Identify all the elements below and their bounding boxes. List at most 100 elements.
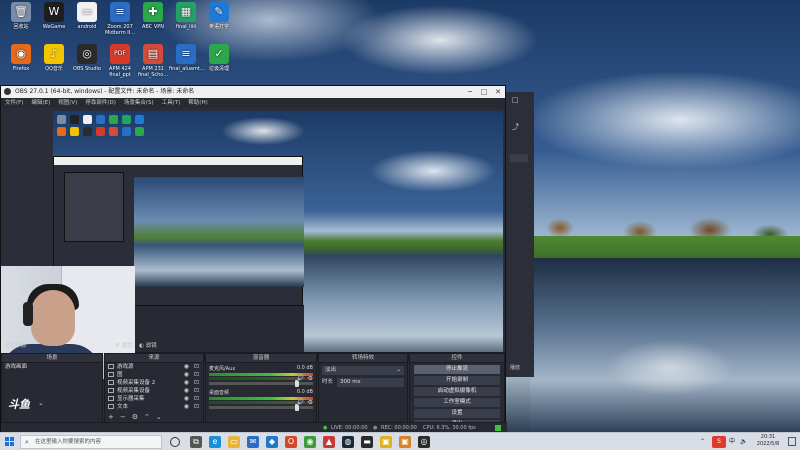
visibility-eye-icon[interactable]: ◉: [184, 371, 189, 379]
scene-item[interactable]: 游戏画面: [2, 363, 102, 371]
background-window-button[interactable]: [510, 154, 528, 162]
notification-icon[interactable]: [788, 437, 796, 446]
taskbar-vscode-icon[interactable]: ◆: [266, 436, 278, 448]
add-source-icon[interactable]: +: [108, 413, 114, 421]
menu-file[interactable]: 文件(F): [5, 98, 23, 108]
taskbar-obs-icon[interactable]: ◎: [418, 436, 430, 448]
volume-slider[interactable]: [209, 380, 313, 387]
mixer-channel-db: 0.0 dB: [296, 389, 313, 395]
mixer-settings-icon[interactable]: ⚙: [308, 375, 313, 382]
taskbar-app-orange-icon[interactable]: ▣: [399, 436, 411, 448]
cortana-icon[interactable]: [170, 437, 180, 447]
share-icon[interactable]: ⤴: [512, 122, 519, 132]
lock-icon[interactable]: ⊡: [194, 395, 199, 403]
ime-indicator[interactable]: 中: [729, 435, 735, 449]
taskbar-app-dark-icon[interactable]: ▬: [361, 436, 373, 448]
desktop-icon-apm424-pdf[interactable]: PDF APM 424 final_ppt: [103, 44, 137, 78]
taskbar-app-red-icon[interactable]: ▲: [323, 436, 335, 448]
taskbar-search[interactable]: ⌕ 在这里输入你要搜索的内容: [20, 435, 162, 449]
obs-titlebar[interactable]: OBS 27.0.1 (64-bit, windows) - 配置文件: 未命名…: [1, 86, 505, 98]
settings-button[interactable]: 设置: [414, 409, 500, 418]
desktop-icon-final-sheet[interactable]: ▦ final_iiiii: [169, 2, 203, 30]
source-item[interactable]: 文本 ◉ ⊡: [105, 403, 203, 411]
minimize-button[interactable]: ─: [463, 86, 477, 98]
menu-docks[interactable]: 停靠部件(D): [85, 98, 116, 108]
desktop-icon-qq-music[interactable]: ♪ QQ音乐: [37, 44, 71, 72]
properties-button[interactable]: ⚙ 属性: [115, 342, 133, 351]
desktop-icon-abc-vpn[interactable]: ✚ ABC VPN: [136, 2, 170, 30]
taskbar-mail-icon[interactable]: ✉: [247, 436, 259, 448]
clock[interactable]: 20:31 2022/5/8: [752, 434, 784, 448]
background-window[interactable]: □ ⤴ 播放: [506, 92, 534, 377]
desktop-icon-cleanup-app[interactable]: ✓ 垃圾清理: [202, 44, 236, 72]
clock-date: 2022/5/8: [756, 441, 780, 447]
chevron-down-icon[interactable]: ⌄: [38, 399, 44, 407]
source-item[interactable]: 游戏源 ◉ ⊡: [105, 363, 203, 371]
desktop-icon-final-doc[interactable]: ≡ final_aluamt...: [169, 44, 205, 72]
lock-icon[interactable]: ⊡: [194, 403, 199, 411]
visibility-eye-icon[interactable]: ◉: [184, 387, 189, 395]
taskbar-app-yellow-icon[interactable]: ▣: [380, 436, 392, 448]
menu-scene-collection[interactable]: 场景集合(S): [124, 98, 154, 108]
start-virtual-camera-button[interactable]: 启动虚拟摄像机: [414, 387, 500, 396]
stop-streaming-button[interactable]: 停止推流: [414, 365, 500, 374]
remove-source-icon[interactable]: −: [120, 413, 126, 421]
maximize-button[interactable]: □: [477, 86, 491, 98]
taskbar-edge-icon[interactable]: e: [209, 436, 221, 448]
ime-sogou-icon[interactable]: S: [712, 436, 726, 448]
source-item[interactable]: 显示器采集 ◉ ⊡: [105, 395, 203, 403]
typing-app-icon: ✎: [209, 2, 229, 22]
taskbar-steam-icon[interactable]: ◍: [342, 436, 354, 448]
transition-select[interactable]: 淡出 ⌄: [322, 366, 404, 375]
speaker-icon[interactable]: 🔊: [297, 375, 304, 382]
source-name: 显示器采集: [117, 396, 145, 402]
desktop-icon-wegame[interactable]: W WeGame: [37, 2, 71, 30]
duration-field[interactable]: 300 ms: [337, 378, 404, 387]
desktop-icon-typing-app[interactable]: ✎ 英语打字: [202, 2, 236, 30]
close-button[interactable]: ✕: [491, 86, 505, 98]
taskbar-office-icon[interactable]: O: [285, 436, 297, 448]
desktop-icon-android-folder[interactable]: ▭ android: [70, 2, 104, 30]
taskbar-file-explorer-icon[interactable]: ▭: [228, 436, 240, 448]
menu-edit[interactable]: 编辑(E): [31, 98, 50, 108]
source-item[interactable]: 视频采集设备 2 ◉ ⊡: [105, 379, 203, 387]
window-maximize-icon[interactable]: □: [512, 96, 519, 104]
desktop-icon-recycle-bin[interactable]: 🗑 回收站: [4, 2, 38, 30]
studio-mode-button[interactable]: 工作室模式: [414, 398, 500, 407]
visibility-eye-icon[interactable]: ◉: [184, 363, 189, 371]
start-button[interactable]: [5, 437, 15, 447]
source-item[interactable]: 图 ◉ ⊡: [105, 371, 203, 379]
visibility-eye-icon[interactable]: ◉: [184, 403, 189, 411]
volume-icon[interactable]: 🔈: [740, 435, 747, 449]
lock-icon[interactable]: ⊡: [194, 371, 199, 379]
menu-help[interactable]: 帮助(H): [188, 98, 207, 108]
move-up-icon[interactable]: ⌃: [144, 413, 150, 421]
recycle-bin-icon: 🗑: [11, 2, 31, 22]
start-recording-button[interactable]: 开始录制: [414, 376, 500, 385]
taskbar-chrome-icon[interactable]: ◉: [304, 436, 316, 448]
source-item[interactable]: 视频采集设备 ◉ ⊡: [105, 387, 203, 395]
filters-button[interactable]: ◐ 滤镜: [139, 342, 157, 351]
volume-slider[interactable]: [209, 404, 313, 411]
desktop-icon-zoom-midterm-doc[interactable]: ≡ Zoom 207 Midterm II...: [103, 2, 137, 36]
visibility-eye-icon[interactable]: ◉: [184, 379, 189, 387]
lock-icon[interactable]: ⊡: [194, 387, 199, 395]
speaker-icon[interactable]: 🔊: [297, 399, 304, 406]
lock-icon[interactable]: ⊡: [194, 363, 199, 371]
mixer-channel-db: 0.0 dB: [296, 365, 313, 371]
mixer-settings-icon[interactable]: ⚙: [308, 399, 313, 406]
menu-tools[interactable]: 工具(T): [162, 98, 181, 108]
desktop-icon-obs-studio[interactable]: ◎ OBS Studio: [70, 44, 104, 72]
taskbar-task-view-icon[interactable]: ⧉: [190, 436, 202, 448]
desktop-icon-apm231-ppt[interactable]: ▤ APM 231 final_Scho...: [136, 44, 170, 78]
mixer-dock-title: 混音器: [206, 354, 316, 363]
lock-icon[interactable]: ⊡: [194, 379, 199, 387]
menu-view[interactable]: 视图(V): [58, 98, 77, 108]
scenes-dock: 场景 游戏画面 斗鱼 ⌄: [1, 353, 103, 423]
desktop-icon-firefox[interactable]: ◉ Firefox: [4, 44, 38, 72]
mixer-channel-name: 桌面音频: [209, 390, 230, 396]
move-down-icon[interactable]: ⌄: [156, 413, 162, 421]
source-settings-icon[interactable]: ⚙: [132, 413, 138, 421]
tray-chevron-icon[interactable]: ⌃: [700, 435, 705, 449]
visibility-eye-icon[interactable]: ◉: [184, 395, 189, 403]
